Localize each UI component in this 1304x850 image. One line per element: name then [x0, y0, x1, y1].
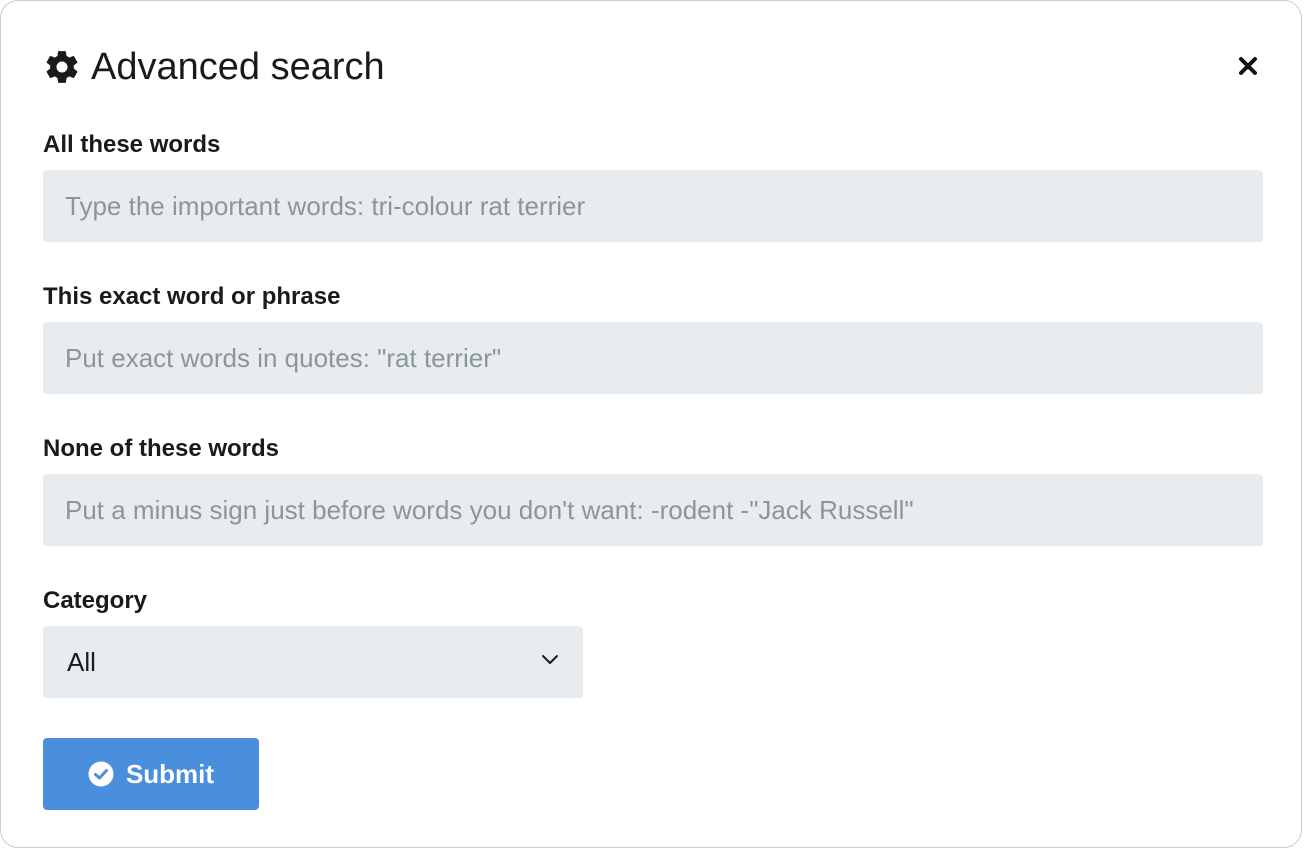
dialog-title: Advanced search [91, 45, 385, 88]
close-icon[interactable] [1235, 53, 1261, 79]
check-circle-icon [88, 761, 114, 787]
exact-phrase-input[interactable] [43, 322, 1263, 394]
gear-icon [43, 48, 81, 86]
submit-label: Submit [125, 758, 215, 789]
category-selected-value: All [67, 646, 96, 677]
all-words-label: All these words [43, 131, 221, 158]
category-label: Category [43, 587, 148, 614]
all-words-input[interactable] [43, 170, 1263, 242]
exact-phrase-label: This exact word or phrase [43, 283, 341, 310]
category-select[interactable]: All [43, 626, 583, 698]
chevron-down-icon [541, 653, 559, 671]
dialog-header: Advanced search [43, 41, 1261, 93]
advanced-search-dialog: Advanced search All these words This exa… [0, 0, 1302, 848]
none-words-label: None of these words [43, 435, 280, 462]
submit-button[interactable]: Submit [43, 738, 259, 810]
none-words-input[interactable] [43, 474, 1263, 546]
